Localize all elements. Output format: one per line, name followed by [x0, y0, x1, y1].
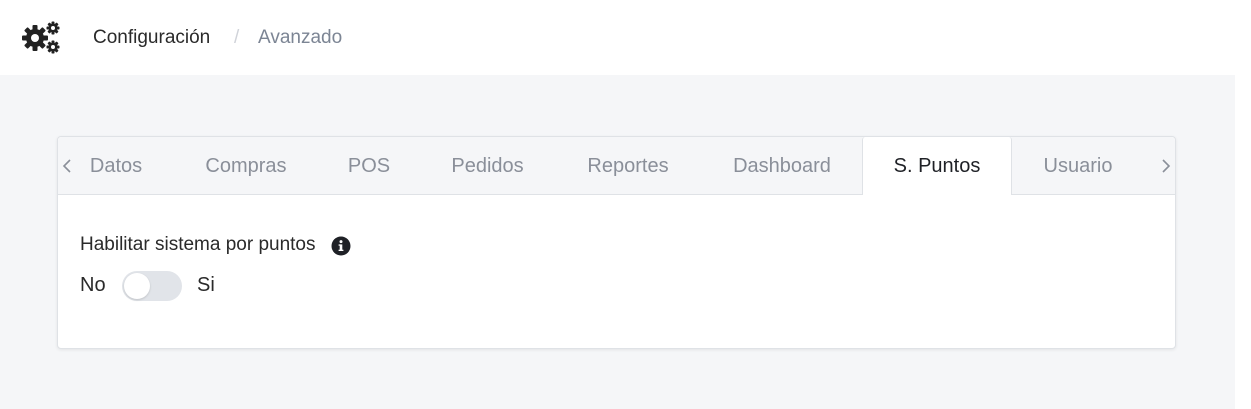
tab-dashboard[interactable]: Dashboard: [718, 137, 846, 194]
toggle-on-label: Si: [197, 274, 215, 296]
toggle-knob: [124, 273, 150, 299]
gears-icon: [22, 21, 62, 55]
tab-pedidos[interactable]: Pedidos: [437, 137, 538, 194]
tab-usuario[interactable]: Usuario: [1027, 137, 1129, 194]
chevron-right-icon: [1162, 158, 1171, 173]
breadcrumb-configuracion[interactable]: Configuración: [93, 27, 210, 49]
toggle-off-label: No: [80, 274, 106, 296]
tab-scroll-right-button[interactable]: [1157, 137, 1175, 194]
tab-reportes[interactable]: Reportes: [573, 137, 683, 194]
points-system-toggle[interactable]: [122, 271, 182, 301]
info-circle-icon[interactable]: [331, 236, 351, 256]
tab-s-puntos[interactable]: S. Puntos: [862, 137, 1012, 195]
breadcrumb-current: Avanzado: [258, 27, 343, 48]
top-header: Configuración / Avanzado: [0, 0, 1235, 75]
tab-bar: Datos Compras POS Pedidos Reportes Dashb…: [58, 137, 1175, 195]
page-scrollbar[interactable]: [1235, 0, 1251, 409]
settings-card: Datos Compras POS Pedidos Reportes Dashb…: [57, 136, 1176, 349]
tab-datos[interactable]: Datos: [76, 137, 156, 194]
tab-pos[interactable]: POS: [336, 137, 402, 194]
points-system-label: Habilitar sistema por puntos: [80, 234, 316, 255]
tab-compras[interactable]: Compras: [191, 137, 301, 194]
tab-scroll-left-button[interactable]: [58, 137, 76, 194]
breadcrumb-separator: /: [234, 27, 240, 48]
chevron-left-icon: [62, 158, 71, 173]
